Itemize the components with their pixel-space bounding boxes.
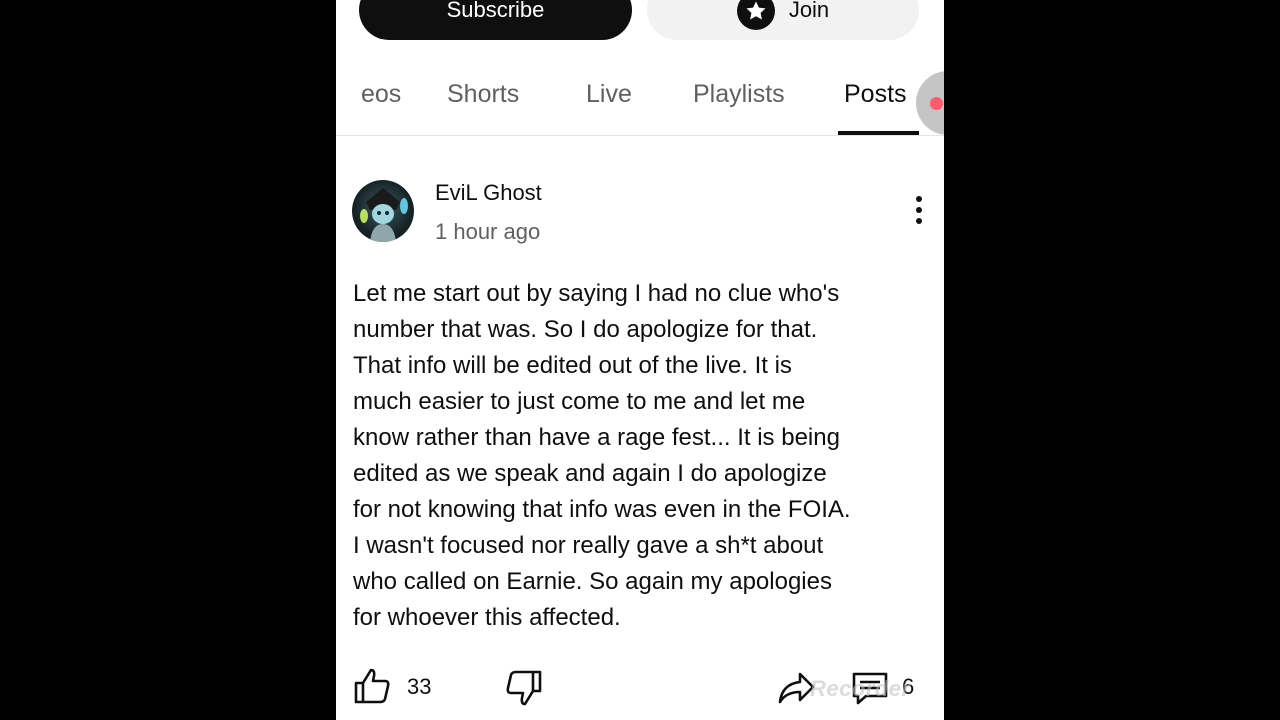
post-time: 1 hour ago: [435, 219, 541, 244]
touch-dot: [930, 97, 943, 110]
post-line: know rather than have a rage fest... It …: [353, 424, 840, 451]
post-text: Let me start out by saying I had no clue…: [353, 276, 933, 636]
post-author[interactable]: EviL Ghost: [435, 180, 542, 206]
subscribe-label: Subscribe: [446, 0, 545, 22]
channel-tabs: eos Shorts Live Playlists Posts: [336, 62, 944, 136]
post-line: number that was. So I do apologize for t…: [353, 316, 818, 343]
star-icon: [736, 0, 775, 30]
tab-posts[interactable]: Posts: [844, 80, 907, 109]
like-icon[interactable]: [352, 666, 392, 706]
tab-live[interactable]: Live: [586, 80, 632, 109]
post-line: I wasn't focused nor really gave a sh*t …: [353, 532, 824, 559]
join-label: Join: [788, 0, 830, 22]
post-line: That info will be edited out of the live…: [353, 352, 792, 379]
post-line: for not knowing that info was even in th…: [353, 496, 851, 523]
more-options-icon[interactable]: [912, 196, 926, 228]
tab-shorts[interactable]: Shorts: [447, 80, 519, 109]
tab-playlists[interactable]: Playlists: [693, 80, 785, 109]
recorder-watermark: Recorder: [810, 676, 911, 701]
post-line: who called on Earnie. So again my apolog…: [353, 568, 832, 595]
active-tab-indicator: [838, 131, 919, 135]
post-line: much easier to just come to me and let m…: [353, 388, 806, 415]
post-line: edited as we speak and again I do apolog…: [353, 460, 827, 487]
like-count: 33: [407, 674, 432, 699]
subscribe-button[interactable]: Subscribe: [359, 0, 632, 40]
avatar[interactable]: [352, 180, 414, 242]
post-line: for whoever this affected.: [353, 604, 621, 631]
tab-videos[interactable]: eos: [361, 80, 401, 109]
post-line: Let me start out by saying I had no clue…: [353, 280, 840, 307]
dislike-icon[interactable]: [504, 668, 544, 708]
join-button[interactable]: Join: [647, 0, 919, 40]
app-panel: Subscribe Join eos Shorts Live Playlists…: [336, 0, 944, 720]
